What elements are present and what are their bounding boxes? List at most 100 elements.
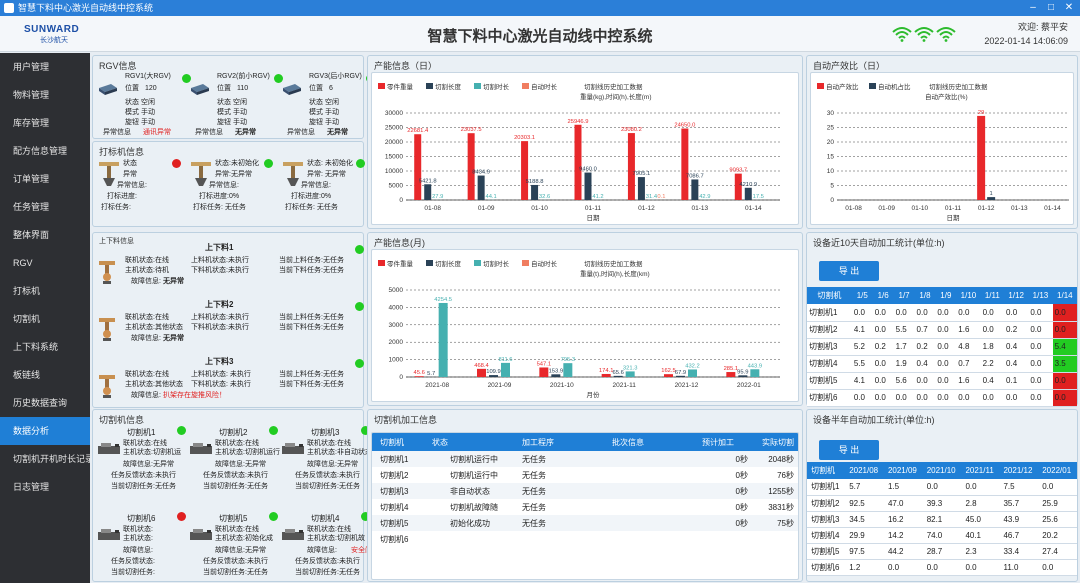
table-header-cell: 加工程序 [522,437,554,447]
table-row[interactable]: 切割机4 5.5 0.0 1.9 0.4 0.0 0.7 2.2 0.4 0.0 3.5 [807,355,1077,372]
legend-swatch [474,83,481,89]
table-row[interactable]: 切割机3 5.2 0.2 1.7 0.2 0.0 4.8 1.8 0.4 0.0 5.4 [807,338,1077,355]
table-cell: 44.2 [887,546,904,556]
info-text: 打标任务: [101,204,131,211]
bar [987,197,996,200]
info-text: 6 [329,85,333,92]
sidebar-item[interactable]: 整体界面 [0,221,90,249]
sidebar-item[interactable]: 配方信息管理 [0,137,90,165]
table-row[interactable]: 切割机2 切割机运行中 无任务 0秒 76秒 [372,467,798,483]
data-label: 5.7 [427,371,435,377]
data-label: 5421.8 [419,178,437,184]
table-row[interactable]: 切割机5 97.5 44.2 28.7 2.3 33.4 27.4 [807,543,1077,559]
panel-title: 产能信息（日） [374,61,438,71]
table-cell: 27.4 [1042,546,1058,556]
table-cell: 切割机4 [811,530,840,540]
legend-label: 自动时长 [531,82,558,91]
sidebar-item[interactable]: RGV [0,249,90,277]
table-cell [604,451,694,467]
loader-name: 上下料1 [205,243,234,252]
table-row[interactable]: 切割机3 34.5 16.2 82.1 45.0 43.9 25.6 [807,511,1077,527]
loader-name: 上下料2 [205,300,234,309]
sidebar-item[interactable]: 历史数据查询 [0,389,90,417]
table-cell: 0秒 [735,486,748,496]
data-label: 25946.9 [568,119,589,125]
auto6-panel: 设备半年自动加工统计(单位:h) 导 出 切割机 2021/08 2021/09 20… [806,409,1078,582]
sidebar-item[interactable]: 库存管理 [0,109,90,137]
sidebar-item[interactable]: 打标机 [0,277,90,305]
sidebar-item[interactable]: 用户管理 [0,53,90,81]
table-cell: 0.0 [1052,372,1077,389]
table-row[interactable]: 切割机5 4.1 0.0 5.6 0.0 0.0 1.6 0.4 0.1 0.0 0.0 [807,372,1077,389]
table-cell: 1.9 [895,359,907,368]
sidebar-item[interactable]: 切割机开机时长记录 [0,445,90,473]
close-icon[interactable]: ✕ [1060,0,1078,16]
table-cell: 切割机3 [811,514,840,524]
table-row[interactable]: 切割机2 4.1 0.0 5.5 0.7 0.0 1.6 0.0 0.2 0.0 0.0 [807,321,1077,338]
sidebar-item[interactable]: 日志管理 [0,473,90,501]
info-text: 无异常 [327,129,348,136]
table-row[interactable]: 切割机6 [372,531,798,547]
data-label: 1 [990,191,993,197]
table-cell: 0.0 [937,376,949,385]
bar [531,184,539,200]
legend-label: 自动产效比 [826,82,859,91]
table-header-cell: 2021/11 [965,466,994,475]
sidebar-item[interactable]: 数据分析 [0,417,90,445]
panel-title: 设备半年自动加工统计(单位:h) [813,415,935,425]
table-row[interactable]: 切割机3 非自动状态 无任务 0秒 1255秒 [372,483,798,499]
table-cell: 35.7 [1003,498,1020,508]
table-cell: 0.0 [916,376,928,385]
table-cell: 0秒 [735,518,748,528]
y-tick-label: 30 [827,110,835,117]
table-row[interactable]: 切割机1 切割机运行中 无任务 0秒 2048秒 [372,451,798,467]
table-row[interactable]: 切割机4 29.9 14.2 74.0 40.1 46.7 20.2 [807,527,1077,543]
sidebar-item[interactable]: 物料管理 [0,81,90,109]
table-cell: 0.0 [926,482,938,492]
table-cell: 0.0 [874,325,886,334]
table-cell: 切割机4 [809,359,838,368]
sidebar-item[interactable]: 上下料系统 [0,333,90,361]
table-cell: 切割机5 [380,518,409,528]
sidebar-item[interactable]: 切割机 [0,305,90,333]
table-row[interactable]: 切割机1 0.0 0.0 0.0 0.0 0.0 0.0 0.0 0.0 0.0 0.0 [807,304,1077,321]
table-row[interactable]: 切割机6 0.0 0.0 0.0 0.0 0.0 0.0 0.0 0.0 0.0 0.0 [807,389,1077,406]
table-cell: 0.0 [1052,389,1077,406]
table-row[interactable]: 切割机4 切割机故障随 无任务 0秒 3831秒 [372,499,798,515]
table-cell [604,483,694,499]
info-text: 主机状态: [123,535,153,542]
process-table: 切割机 状态 加工程序 批次信息 预计加工 实际切割 切割机1 切割机运行中 无任务 0秒 2048… [372,433,798,547]
sidebar-item[interactable]: 任务管理 [0,193,90,221]
x-tick-label: 01-14 [745,205,762,212]
bar [977,115,986,200]
info-text: 模式 手动 [125,109,155,116]
table-row[interactable]: 切割机5 初始化成功 无任务 0秒 75秒 [372,515,798,531]
marker-panel: 打标机信息 状态 异常 异常信息: 打标进度: 打标任务: 状态:未初始化 异常:无异常 异常… [92,141,365,227]
info-text: 联机状态:在线 [307,526,351,533]
minimize-icon[interactable]: – [1024,0,1042,16]
legend-swatch [522,260,529,266]
welcome-text: 欢迎: 蔡平安 [1017,22,1068,32]
export-button[interactable]: 导 出 [819,440,879,460]
table-row[interactable]: 切割机1 5.7 1.5 0.0 0.0 7.5 0.0 [807,479,1077,495]
x-axis-label: 日期 [947,214,961,222]
table-row[interactable]: 切割机6 1.2 0.0 0.0 0.0 11.0 0.0 [807,559,1077,575]
table-row[interactable]: 切割机2 92.5 47.0 39.3 2.8 35.7 25.9 [807,495,1077,511]
legend-swatch [869,83,876,89]
data-label: 7905.1 [633,171,651,177]
chart-area: 零件重量 切割长度 切割时长 自动时长 切割线历史加工数据 重量(kg),时间(h),长度… [371,72,799,225]
y-tick-label: 20000 [385,139,403,146]
maximize-icon[interactable]: □ [1042,0,1060,16]
legend-label: 切割长度 [435,82,462,91]
cutter-status-dot [269,426,278,435]
info-text: 故障信息:无异常 [215,547,266,554]
sidebar-item[interactable]: 板链线 [0,361,90,389]
info-text: 当前切割任务:无任务 [295,483,360,490]
table-cell: 97.5 [849,546,865,556]
table-cell: 0.4 [1006,342,1018,351]
info-text: 旋钮 手动 [125,119,155,126]
sidebar-item[interactable]: 订单管理 [0,165,90,193]
export-button[interactable]: 导 出 [819,261,879,281]
panel-title: 产能信息(月) [374,238,425,248]
y-tick-label: 2000 [389,339,404,346]
